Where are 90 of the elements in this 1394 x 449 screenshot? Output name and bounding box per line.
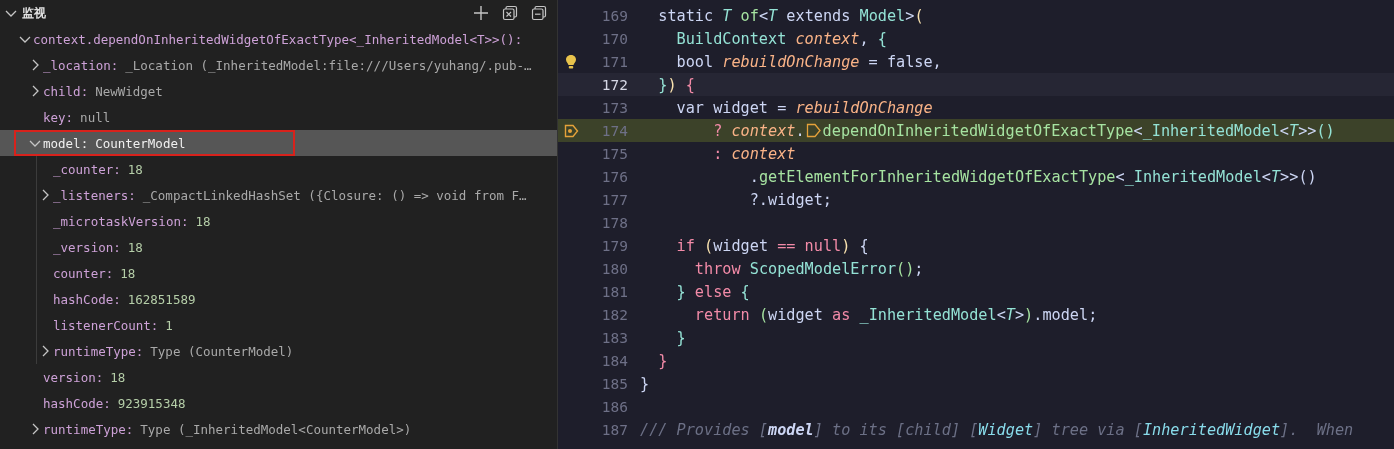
line-number: 183 bbox=[600, 329, 628, 346]
code-line: : context bbox=[712, 144, 796, 163]
variable-value: Type (_InheritedModel<CounterModel>) bbox=[140, 421, 412, 437]
variable-value: Type (CounterModel) bbox=[150, 343, 294, 359]
tree-row[interactable]: _microtaskVersion: 18 bbox=[0, 208, 557, 234]
line-number: 172 bbox=[600, 76, 628, 93]
variable-name: hashCode: bbox=[43, 395, 111, 411]
code-line: return (widget as _InheritedModel<T>).model; bbox=[693, 305, 1098, 324]
tree-row[interactable]: runtimeType: Type (_InheritedModel<CounterModel>) bbox=[0, 416, 557, 442]
line-number: 187 bbox=[600, 421, 628, 438]
line-number: 169 bbox=[600, 7, 628, 24]
tree-row[interactable]: _counter: 18 bbox=[0, 156, 557, 182]
tree-row[interactable]: listenerCount: 1 bbox=[0, 312, 557, 338]
tree-row[interactable]: hashCode: 923915348 bbox=[0, 390, 557, 416]
variable-name: hashCode: bbox=[53, 291, 121, 307]
code-line: throw ScopedModelError(); bbox=[693, 259, 924, 278]
variable-value: null bbox=[80, 109, 111, 125]
code-line: bool rebuildOnChange = false, bbox=[675, 52, 942, 71]
code-line: if (widget == null) { bbox=[675, 236, 869, 255]
line-number: 179 bbox=[600, 237, 628, 254]
variable-value: 18 bbox=[127, 161, 143, 177]
variable-name: listenerCount: bbox=[53, 317, 159, 333]
code-line: } else { bbox=[675, 282, 750, 301]
panel-title: 监视 bbox=[22, 4, 46, 22]
code-line: }) { bbox=[657, 75, 695, 94]
variable-name: counter: bbox=[53, 265, 114, 281]
lightbulb-icon[interactable] bbox=[565, 53, 577, 70]
variable-name: _listeners: bbox=[53, 187, 136, 203]
code-line: } bbox=[675, 328, 686, 347]
collapse-all-icon[interactable] bbox=[531, 5, 547, 21]
variable-name: child: bbox=[43, 83, 89, 99]
variable-name: runtimeType: bbox=[53, 343, 144, 359]
variable-name: _counter: bbox=[53, 161, 121, 177]
tree-row[interactable]: _version: 18 bbox=[0, 234, 557, 260]
variable-value: 1 bbox=[165, 317, 173, 333]
variable-name: _location: bbox=[43, 57, 119, 73]
variable-name: runtimeType: bbox=[43, 421, 134, 437]
variable-name: version: bbox=[43, 369, 104, 385]
variable-name: key: bbox=[43, 109, 74, 125]
tree-row[interactable]: counter: 18 bbox=[0, 260, 557, 286]
variable-value: NewWidget bbox=[95, 83, 163, 99]
line-number: 177 bbox=[600, 191, 628, 208]
variable-name: _microtaskVersion: bbox=[53, 213, 189, 229]
line-number: 185 bbox=[600, 375, 628, 392]
tree-row[interactable]: model: CounterModel bbox=[0, 130, 557, 156]
code-line: ? context. dependOnInheritedWidgetOfExactType<_InheritedModel<T>>() bbox=[712, 121, 1335, 140]
variable-value: 162851589 bbox=[127, 291, 196, 307]
line-number: 178 bbox=[600, 214, 628, 231]
tree-row[interactable]: _listeners: _CompactLinkedHashSet ({Closure: () => void from F… bbox=[0, 182, 557, 208]
tree-row[interactable]: context.dependOnInheritedWidgetOfExactType<_InheritedModel<T>>(): bbox=[0, 26, 557, 52]
code-line: var widget = rebuildOnChange bbox=[675, 98, 933, 117]
line-number: 175 bbox=[600, 145, 628, 162]
code-line: } bbox=[640, 374, 650, 393]
line-number: 173 bbox=[600, 99, 628, 116]
variable-name: model: bbox=[43, 135, 89, 151]
line-number: 186 bbox=[600, 398, 628, 415]
line-number: 184 bbox=[600, 352, 628, 369]
variable-value: CounterModel bbox=[95, 135, 186, 151]
inline-breakpoint-icon[interactable] bbox=[805, 123, 822, 138]
variable-value: _Location (_InheritedModel:file:///Users/yuhang/.pub-… bbox=[125, 57, 532, 73]
tree-row[interactable]: key: null bbox=[0, 104, 557, 130]
line-number: 180 bbox=[600, 260, 628, 277]
line-number: 170 bbox=[600, 30, 628, 47]
tree-row[interactable]: runtimeType: Type (CounterModel) bbox=[0, 338, 557, 364]
breakpoint-arrow-icon[interactable] bbox=[563, 123, 579, 138]
add-icon[interactable] bbox=[473, 5, 489, 21]
line-number: 171 bbox=[600, 53, 628, 70]
line-number: 176 bbox=[600, 168, 628, 185]
code-line: static T of<T extends Model>( bbox=[657, 6, 924, 25]
code-line: ?.widget; bbox=[748, 190, 833, 209]
code-line: BuildContext context, { bbox=[675, 29, 887, 48]
tree-row[interactable]: _location: _Location (_InheritedModel:file:///Users/yuhang/.pub-… bbox=[0, 52, 557, 78]
variable-value: 18 bbox=[127, 239, 143, 255]
close-all-icon[interactable] bbox=[502, 5, 518, 21]
tree-row[interactable]: hashCode: 162851589 bbox=[0, 286, 557, 312]
tree-row[interactable]: child: NewWidget bbox=[0, 78, 557, 104]
variable-name: context.dependOnInheritedWidgetOfExactType<_InheritedModel<T>>(): bbox=[33, 31, 523, 47]
code-line: .getElementForInheritedWidgetOfExactType<_InheritedModel<T>>() bbox=[748, 167, 1317, 186]
code-line: /// Provides [model] to its [child] [Widget] tree via [InheritedWidget]. When bbox=[640, 420, 1354, 439]
variable-name: _version: bbox=[53, 239, 121, 255]
variable-value: 923915348 bbox=[117, 395, 186, 411]
variable-value: 18 bbox=[195, 213, 211, 229]
line-number: 182 bbox=[600, 306, 628, 323]
line-number: 174 bbox=[600, 122, 628, 139]
variable-value: 18 bbox=[110, 369, 126, 385]
code-line: } bbox=[657, 351, 668, 370]
line-number: 181 bbox=[600, 283, 628, 300]
variable-value: 18 bbox=[120, 265, 136, 281]
tree-row[interactable]: version: 18 bbox=[0, 364, 557, 390]
variable-value: _CompactLinkedHashSet ({Closure: () => void from F… bbox=[142, 187, 527, 203]
